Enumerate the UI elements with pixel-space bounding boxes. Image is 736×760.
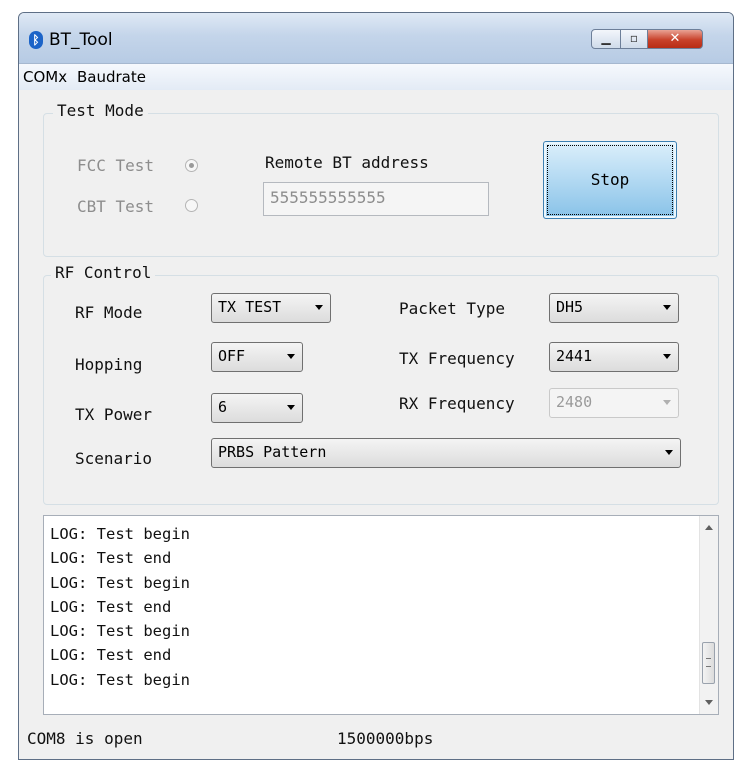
- chevron-down-icon: [665, 450, 673, 455]
- hopping-select[interactable]: OFF: [211, 342, 303, 372]
- stop-button-label: Stop: [590, 170, 630, 189]
- packet-type-label: Packet Type: [399, 299, 505, 318]
- log-line: LOG: Test end: [50, 597, 172, 616]
- log-line: LOG: Test end: [50, 646, 172, 665]
- tx-power-select[interactable]: 6: [211, 393, 303, 423]
- packet-type-select[interactable]: DH5: [549, 293, 679, 323]
- scenario-select[interactable]: PRBS Pattern: [211, 438, 681, 468]
- chevron-down-icon: [663, 400, 671, 405]
- com-port-status: COM8 is open: [27, 729, 143, 748]
- hopping-value: OFF: [218, 347, 246, 365]
- chevron-down-icon: [663, 354, 671, 359]
- scroll-down-icon[interactable]: [705, 700, 713, 705]
- chevron-down-icon: [315, 305, 323, 310]
- stop-button[interactable]: Stop: [543, 141, 677, 219]
- log-scrollbar[interactable]: [699, 516, 718, 714]
- scenario-value: PRBS Pattern: [218, 443, 327, 461]
- baudrate-status: 1500000bps: [337, 729, 434, 748]
- maximize-button[interactable]: ▫: [620, 29, 648, 49]
- scrollbar-thumb[interactable]: [702, 642, 715, 684]
- log-line: LOG: Test begin: [50, 573, 190, 592]
- bluetooth-icon: ᛒ: [29, 31, 43, 49]
- log-textarea[interactable]: LOG: Test begin LOG: Test end LOG: Test …: [43, 515, 719, 715]
- scenario-label: Scenario: [75, 449, 153, 468]
- remote-bt-address-field[interactable]: 555555555555: [263, 182, 489, 216]
- scroll-up-icon[interactable]: [705, 525, 713, 530]
- packet-type-value: DH5: [556, 298, 584, 316]
- rx-frequency-value: 2480: [556, 393, 593, 411]
- tx-power-value: 6: [218, 398, 228, 416]
- close-button[interactable]: ✕: [647, 29, 703, 49]
- tx-frequency-value: 2441: [556, 347, 593, 365]
- log-line: LOG: Test end: [50, 549, 172, 568]
- rf-control-title: RF Control: [51, 263, 156, 282]
- menu-baudrate[interactable]: Baudrate: [77, 68, 146, 86]
- chevron-down-icon: [663, 305, 671, 310]
- fcc-test-radio[interactable]: [185, 159, 198, 172]
- tx-power-label: TX Power: [75, 405, 153, 424]
- tx-frequency-label: TX Frequency: [399, 349, 515, 368]
- log-line: LOG: Test begin: [50, 525, 190, 543]
- rf-mode-label: RF Mode: [75, 303, 143, 322]
- test-mode-title: Test Mode: [53, 101, 148, 120]
- status-bar: COM8 is open 1500000bps: [19, 717, 733, 759]
- remote-bt-address-label: Remote BT address: [265, 153, 429, 172]
- tx-frequency-select[interactable]: 2441: [549, 342, 679, 372]
- rf-mode-value: TX TEST: [218, 298, 282, 316]
- log-line: LOG: Test begin: [50, 670, 190, 689]
- minimize-button[interactable]: ▁: [591, 29, 621, 49]
- chevron-down-icon: [287, 405, 295, 410]
- cbt-test-label: CBT Test: [77, 197, 155, 216]
- cbt-test-radio[interactable]: [185, 199, 198, 212]
- window-title: BT_Tool: [49, 30, 113, 50]
- rx-frequency-label: RX Frequency: [399, 394, 515, 413]
- fcc-test-label: FCC Test: [77, 156, 155, 175]
- log-line: LOG: Test begin: [50, 622, 190, 641]
- rx-frequency-select: 2480: [549, 388, 679, 418]
- log-lines: LOG: Test begin LOG: Test end LOG: Test …: [50, 522, 190, 692]
- menu-comx[interactable]: COMx: [23, 68, 67, 86]
- chevron-down-icon: [287, 354, 295, 359]
- menu-bar: COMx Baudrate: [19, 64, 733, 90]
- rf-mode-select[interactable]: TX TEST: [211, 293, 331, 323]
- hopping-label: Hopping: [75, 355, 143, 374]
- app-window: ᛒ BT_Tool ▁ ▫ ✕ COMx Baudrate Test Mode …: [18, 12, 734, 760]
- title-bar[interactable]: ᛒ BT_Tool ▁ ▫ ✕: [19, 13, 733, 64]
